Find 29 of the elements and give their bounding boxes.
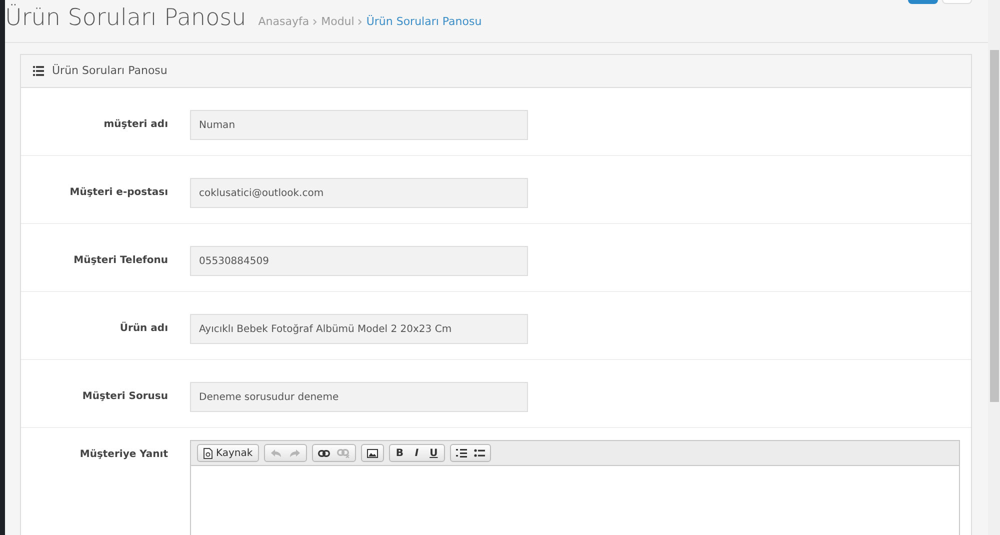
- input-field[interactable]: Deneme sorusudur deneme: [190, 382, 528, 412]
- bold-button[interactable]: B: [392, 445, 408, 461]
- field-label: müşteri adı: [102, 118, 168, 132]
- image-icon: [366, 448, 378, 458]
- unlink-icon: [336, 448, 350, 458]
- italic-button[interactable]: I: [408, 445, 425, 461]
- field-label: Müşteri e-postası: [68, 186, 168, 200]
- document-icon: [203, 448, 213, 458]
- redo-icon: [288, 448, 301, 458]
- field-label: Müşteriye Yanıt: [78, 448, 168, 462]
- link-icon: [318, 450, 330, 456]
- bullet-list-icon: [474, 449, 485, 457]
- input-field[interactable]: 05530884509: [190, 246, 528, 276]
- field-label: Müşteri Sorusu: [81, 390, 168, 404]
- underline-button[interactable]: U: [426, 445, 442, 461]
- scrollbar-thumb[interactable]: [990, 50, 998, 402]
- list-icon: [33, 66, 44, 76]
- field-label: Ürün adı: [118, 320, 168, 336]
- numbered-list-icon: [456, 448, 467, 458]
- chevron-icon: [313, 18, 318, 25]
- undo-icon: [270, 448, 282, 458]
- field-label: Müşteri Telefonu: [72, 254, 168, 268]
- chevron-icon: [358, 18, 362, 25]
- input-field[interactable]: Ayıcıklı Bebek Fotoğraf Albümü Model 2 20x23 Cm: [190, 314, 528, 344]
- input-field[interactable]: coklusatici@outlook.com: [190, 178, 528, 208]
- rich-text-editor[interactable]: Kaynak B I U: [190, 440, 960, 535]
- primary-button[interactable]: [908, 0, 938, 4]
- input-field[interactable]: Numan: [190, 110, 528, 140]
- panel-title: Ürün Soruları Panosu: [52, 62, 168, 79]
